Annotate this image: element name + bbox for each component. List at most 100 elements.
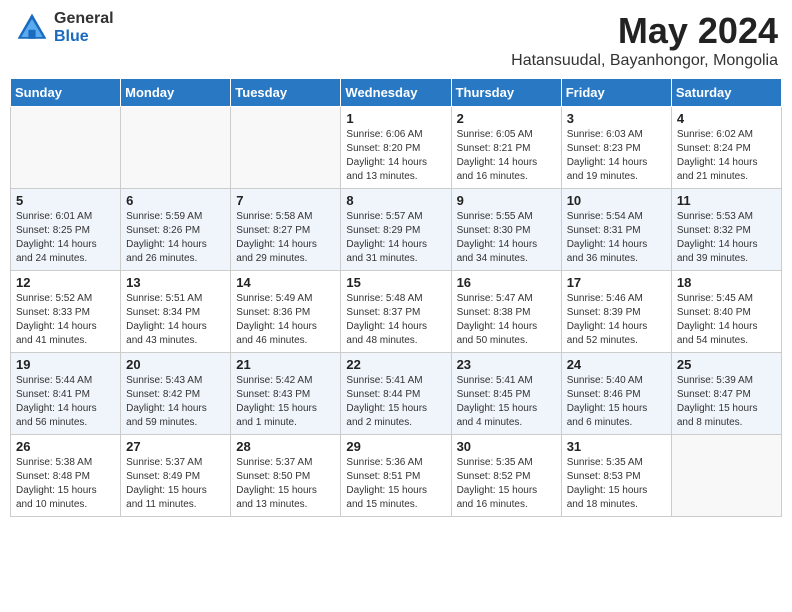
logo-general-text: General	[54, 10, 114, 28]
day-info: Sunrise: 5:44 AMSunset: 8:41 PMDaylight:…	[16, 374, 115, 430]
day-info: Sunrise: 5:45 AMSunset: 8:40 PMDaylight:…	[677, 292, 776, 348]
table-row: 24Sunrise: 5:40 AMSunset: 8:46 PMDayligh…	[561, 353, 671, 435]
logo-text: General Blue	[54, 10, 114, 45]
table-row: 1 Sunrise: 6:06 AMSunset: 8:20 PMDaylight…	[341, 107, 451, 189]
col-friday: Friday	[561, 79, 671, 107]
calendar-header-row: Sunday Monday Tuesday Wednesday Thursday…	[11, 79, 782, 107]
day-info: Sunrise: 5:36 AMSunset: 8:51 PMDaylight:…	[346, 456, 445, 512]
day-info: Sunrise: 5:54 AMSunset: 8:31 PMDaylight:…	[567, 210, 666, 266]
table-row: 30Sunrise: 5:35 AMSunset: 8:52 PMDayligh…	[451, 435, 561, 517]
day-info: Sunrise: 5:42 AMSunset: 8:43 PMDaylight:…	[236, 374, 335, 430]
table-row: 3Sunrise: 6:03 AMSunset: 8:23 PMDaylight…	[561, 107, 671, 189]
day-info: Sunrise: 5:37 AMSunset: 8:49 PMDaylight:…	[126, 456, 225, 512]
day-info: Sunrise: 5:39 AMSunset: 8:47 PMDaylight:…	[677, 374, 776, 430]
day-info: Sunrise: 5:35 AMSunset: 8:52 PMDaylight:…	[457, 456, 556, 512]
table-row: 7Sunrise: 5:58 AMSunset: 8:27 PMDaylight…	[231, 189, 341, 271]
day-number: 21	[236, 357, 335, 372]
day-number: 11	[677, 193, 776, 208]
col-tuesday: Tuesday	[231, 79, 341, 107]
day-number: 14	[236, 275, 335, 290]
day-info: Sunrise: 5:58 AMSunset: 8:27 PMDaylight:…	[236, 210, 335, 266]
day-info: Sunrise: 5:48 AMSunset: 8:37 PMDaylight:…	[346, 292, 445, 348]
day-number: 17	[567, 275, 666, 290]
day-number: 20	[126, 357, 225, 372]
table-row	[11, 107, 121, 189]
day-number: 6	[126, 193, 225, 208]
day-info: Sunrise: 5:49 AMSunset: 8:36 PMDaylight:…	[236, 292, 335, 348]
day-info: Sunrise: 5:47 AMSunset: 8:38 PMDaylight:…	[457, 292, 556, 348]
day-number: 10	[567, 193, 666, 208]
table-row: 29Sunrise: 5:36 AMSunset: 8:51 PMDayligh…	[341, 435, 451, 517]
table-row: 8Sunrise: 5:57 AMSunset: 8:29 PMDaylight…	[341, 189, 451, 271]
table-row: 22Sunrise: 5:41 AMSunset: 8:44 PMDayligh…	[341, 353, 451, 435]
day-info: Sunrise: 5:53 AMSunset: 8:32 PMDaylight:…	[677, 210, 776, 266]
day-number: 3	[567, 111, 666, 126]
day-number: 27	[126, 439, 225, 454]
table-row: 27 Sunrise: 5:37 AMSunset: 8:49 PMDayligh…	[121, 435, 231, 517]
day-info: Sunrise: 5:51 AMSunset: 8:34 PMDaylight:…	[126, 292, 225, 348]
table-row: 2 Sunrise: 6:05 AMSunset: 8:21 PMDaylight…	[451, 107, 561, 189]
col-sunday: Sunday	[11, 79, 121, 107]
table-row: 9Sunrise: 5:55 AMSunset: 8:30 PMDaylight…	[451, 189, 561, 271]
logo-blue-text: Blue	[54, 28, 114, 46]
calendar-week-row: 12 Sunrise: 5:52 AMSunset: 8:33 PMDayligh…	[11, 271, 782, 353]
table-row: 28 Sunrise: 5:37 AMSunset: 8:50 PMDayligh…	[231, 435, 341, 517]
table-row: 19Sunrise: 5:44 AMSunset: 8:41 PMDayligh…	[11, 353, 121, 435]
table-row: 12 Sunrise: 5:52 AMSunset: 8:33 PMDayligh…	[11, 271, 121, 353]
table-row: 21 Sunrise: 5:42 AMSunset: 8:43 PMDayligh…	[231, 353, 341, 435]
day-number: 13	[126, 275, 225, 290]
table-row: 16 Sunrise: 5:47 AMSunset: 8:38 PMDayligh…	[451, 271, 561, 353]
table-row	[671, 435, 781, 517]
logo: General Blue	[14, 10, 114, 46]
table-row: 26Sunrise: 5:38 AMSunset: 8:48 PMDayligh…	[11, 435, 121, 517]
header: General Blue May 2024 Hatansuudal, Bayan…	[10, 10, 782, 70]
table-row: 14 Sunrise: 5:49 AMSunset: 8:36 PMDayligh…	[231, 271, 341, 353]
day-info: Sunrise: 5:38 AMSunset: 8:48 PMDaylight:…	[16, 456, 115, 512]
table-row: 5 Sunrise: 6:01 AMSunset: 8:25 PMDaylight…	[11, 189, 121, 271]
day-info: Sunrise: 5:43 AMSunset: 8:42 PMDaylight:…	[126, 374, 225, 430]
calendar-table: Sunday Monday Tuesday Wednesday Thursday…	[10, 78, 782, 517]
day-info: Sunrise: 5:59 AMSunset: 8:26 PMDaylight:…	[126, 210, 225, 266]
table-row: 15Sunrise: 5:48 AMSunset: 8:37 PMDayligh…	[341, 271, 451, 353]
day-info: Sunrise: 5:41 AMSunset: 8:45 PMDaylight:…	[457, 374, 556, 430]
day-info: Sunrise: 5:46 AMSunset: 8:39 PMDaylight:…	[567, 292, 666, 348]
table-row: 20 Sunrise: 5:43 AMSunset: 8:42 PMDayligh…	[121, 353, 231, 435]
day-info: Sunrise: 5:40 AMSunset: 8:46 PMDaylight:…	[567, 374, 666, 430]
day-number: 28	[236, 439, 335, 454]
table-row: 13 Sunrise: 5:51 AMSunset: 8:34 PMDayligh…	[121, 271, 231, 353]
day-info: Sunrise: 5:37 AMSunset: 8:50 PMDaylight:…	[236, 456, 335, 512]
month-title: May 2024	[511, 10, 778, 52]
calendar-week-row: 1 Sunrise: 6:06 AMSunset: 8:20 PMDaylight…	[11, 107, 782, 189]
day-number: 5	[16, 193, 115, 208]
day-number: 12	[16, 275, 115, 290]
day-info: Sunrise: 6:01 AMSunset: 8:25 PMDaylight:…	[16, 210, 115, 266]
day-number: 4	[677, 111, 776, 126]
table-row: 23 Sunrise: 5:41 AMSunset: 8:45 PMDayligh…	[451, 353, 561, 435]
day-number: 25	[677, 357, 776, 372]
col-monday: Monday	[121, 79, 231, 107]
day-number: 22	[346, 357, 445, 372]
day-number: 18	[677, 275, 776, 290]
col-wednesday: Wednesday	[341, 79, 451, 107]
day-info: Sunrise: 6:05 AMSunset: 8:21 PMDaylight:…	[457, 128, 556, 184]
day-number: 16	[457, 275, 556, 290]
day-number: 31	[567, 439, 666, 454]
day-info: Sunrise: 5:52 AMSunset: 8:33 PMDaylight:…	[16, 292, 115, 348]
calendar-week-row: 5 Sunrise: 6:01 AMSunset: 8:25 PMDaylight…	[11, 189, 782, 271]
day-number: 1	[346, 111, 445, 126]
table-row	[121, 107, 231, 189]
location-title: Hatansuudal, Bayanhongor, Mongolia	[511, 52, 778, 70]
day-info: Sunrise: 5:35 AMSunset: 8:53 PMDaylight:…	[567, 456, 666, 512]
day-info: Sunrise: 5:55 AMSunset: 8:30 PMDaylight:…	[457, 210, 556, 266]
col-saturday: Saturday	[671, 79, 781, 107]
title-area: May 2024 Hatansuudal, Bayanhongor, Mongo…	[511, 10, 778, 70]
day-number: 23	[457, 357, 556, 372]
day-number: 2	[457, 111, 556, 126]
day-info: Sunrise: 6:06 AMSunset: 8:20 PMDaylight:…	[346, 128, 445, 184]
table-row: 10 Sunrise: 5:54 AMSunset: 8:31 PMDayligh…	[561, 189, 671, 271]
col-thursday: Thursday	[451, 79, 561, 107]
table-row	[231, 107, 341, 189]
calendar-week-row: 26Sunrise: 5:38 AMSunset: 8:48 PMDayligh…	[11, 435, 782, 517]
table-row: 6 Sunrise: 5:59 AMSunset: 8:26 PMDaylight…	[121, 189, 231, 271]
table-row: 25 Sunrise: 5:39 AMSunset: 8:47 PMDayligh…	[671, 353, 781, 435]
